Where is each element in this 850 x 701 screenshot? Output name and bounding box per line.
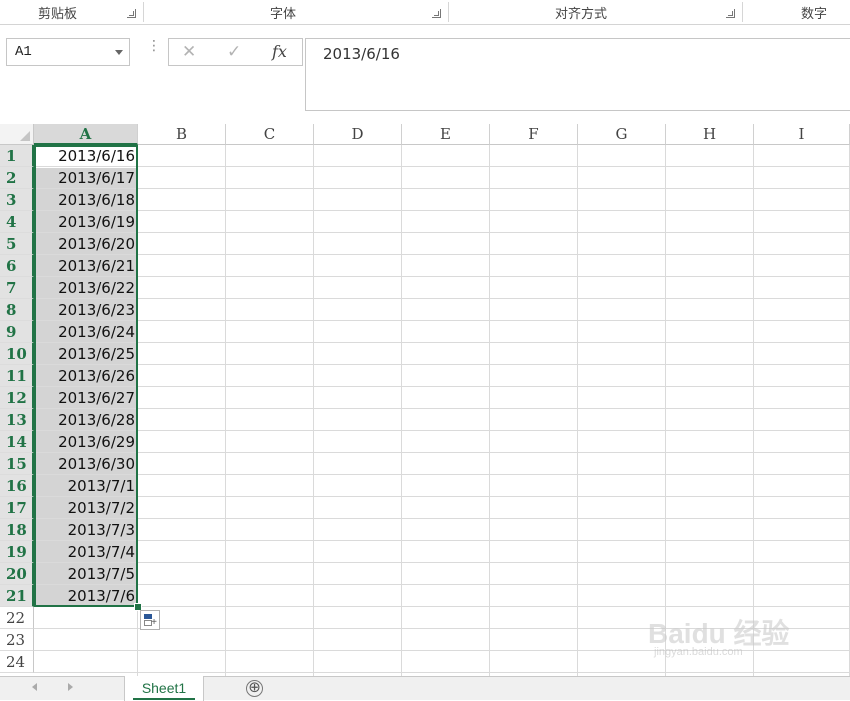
- watermark-line2: jingyan.baidu.com: [654, 646, 743, 658]
- row-header-20[interactable]: 20: [0, 563, 34, 585]
- add-sheet-icon[interactable]: ⊕: [246, 680, 263, 697]
- group-label-font: 字体: [270, 6, 297, 21]
- gridline-horizontal: [34, 386, 850, 387]
- scroll-left-icon[interactable]: [32, 683, 37, 691]
- row-header-11[interactable]: 11: [0, 365, 34, 387]
- formula-value: 2013/6/16: [323, 45, 400, 63]
- gridline-horizontal: [34, 166, 850, 167]
- row-header-8[interactable]: 8: [0, 299, 34, 321]
- group-label-number: 数字: [801, 6, 828, 21]
- gridline-horizontal: [34, 496, 850, 497]
- gridline-horizontal: [34, 584, 850, 585]
- gridline-vertical: [753, 145, 754, 676]
- sheet-tab-bar: Sheet1 ⊕: [0, 676, 850, 701]
- formula-bar: A1 ⋮ ✕ ✓ fx 2013/6/16: [0, 25, 850, 123]
- gridline-vertical: [489, 145, 490, 676]
- column-header-e[interactable]: E: [402, 124, 490, 145]
- row-header-12[interactable]: 12: [0, 387, 34, 409]
- name-box[interactable]: A1: [6, 38, 130, 66]
- dialog-launcher-icon[interactable]: [127, 9, 136, 18]
- gridline-vertical: [225, 145, 226, 676]
- row-header-4[interactable]: 4: [0, 211, 34, 233]
- chevron-down-icon[interactable]: [115, 50, 123, 55]
- row-header-1[interactable]: 1: [0, 145, 34, 167]
- gridline-horizontal: [34, 276, 850, 277]
- ribbon-group-alignment: 对齐方式: [449, 0, 741, 24]
- row-header-3[interactable]: 3: [0, 189, 34, 211]
- column-header-h[interactable]: H: [666, 124, 754, 145]
- row-header-14[interactable]: 14: [0, 431, 34, 453]
- row-header-2[interactable]: 2: [0, 167, 34, 189]
- dialog-launcher-icon[interactable]: [726, 9, 735, 18]
- row-header-5[interactable]: 5: [0, 233, 34, 255]
- formula-buttons: ✕ ✓ fx: [168, 38, 303, 66]
- gridline-horizontal: [34, 562, 850, 563]
- gridline-vertical: [401, 145, 402, 676]
- gridline-horizontal: [34, 606, 850, 607]
- row-header-9[interactable]: 9: [0, 321, 34, 343]
- gridline-horizontal: [34, 364, 850, 365]
- column-header-b[interactable]: B: [138, 124, 226, 145]
- watermark-logo: Baidu 经验 jingyan.baidu.com: [648, 612, 808, 662]
- group-label-alignment: 对齐方式: [555, 6, 608, 21]
- dialog-launcher-icon[interactable]: [432, 9, 441, 18]
- row-header-22[interactable]: 22: [0, 607, 34, 629]
- ribbon-group-number: 数字: [743, 0, 850, 24]
- ribbon-group-font: 字体: [144, 0, 448, 24]
- select-all-button[interactable]: [0, 124, 34, 145]
- row-header-23[interactable]: 23: [0, 629, 34, 651]
- ribbon-group-labels: 剪贴板 字体 对齐方式 数字: [0, 0, 850, 25]
- column-header-a[interactable]: A: [34, 124, 138, 145]
- row-header-17[interactable]: 17: [0, 497, 34, 519]
- group-label-clipboard: 剪贴板: [38, 6, 78, 21]
- gridline-horizontal: [34, 408, 850, 409]
- gridline-horizontal: [34, 320, 850, 321]
- name-box-value: A1: [15, 44, 32, 60]
- gridline-horizontal: [34, 540, 850, 541]
- gridline-horizontal: [34, 188, 850, 189]
- column-header-g[interactable]: G: [578, 124, 666, 145]
- enter-icon[interactable]: ✓: [227, 42, 241, 62]
- gridline-horizontal: [34, 672, 850, 673]
- gridline-horizontal: [34, 298, 850, 299]
- selection-border: [34, 145, 138, 607]
- column-header-c[interactable]: C: [226, 124, 314, 145]
- cell-area[interactable]: 2013/6/16 2013/6/17 2013/6/18 2013/6/19 2013…: [34, 145, 850, 676]
- column-header-i[interactable]: I: [754, 124, 850, 145]
- gridline-horizontal: [34, 452, 850, 453]
- gridline-horizontal: [34, 430, 850, 431]
- gridline-horizontal: [34, 518, 850, 519]
- row-header-6[interactable]: 6: [0, 255, 34, 277]
- row-header-13[interactable]: 13: [0, 409, 34, 431]
- scroll-right-icon[interactable]: [68, 683, 73, 691]
- autofill-options-button[interactable]: +: [140, 610, 160, 630]
- row-header-24[interactable]: 24: [0, 651, 34, 673]
- plus-icon: +: [151, 617, 157, 628]
- gridline-vertical: [577, 145, 578, 676]
- gridline-horizontal: [34, 232, 850, 233]
- row-header-18[interactable]: 18: [0, 519, 34, 541]
- row-header-21[interactable]: 21: [0, 585, 34, 607]
- cancel-icon[interactable]: ✕: [182, 42, 196, 62]
- gridline-horizontal: [34, 474, 850, 475]
- gridline-vertical: [313, 145, 314, 676]
- gridline-horizontal: [34, 342, 850, 343]
- row-header-15[interactable]: 15: [0, 453, 34, 475]
- worksheet-grid: ABCDEFGHI 1 2 3 4 5 6 7 8 9 10 11 12 13 14 15 16 17 18 19 2…: [0, 124, 850, 676]
- insert-function-icon[interactable]: fx: [272, 42, 287, 61]
- row-header-16[interactable]: 16: [0, 475, 34, 497]
- gridline-horizontal: [34, 210, 850, 211]
- gridline-vertical: [665, 145, 666, 676]
- formula-input[interactable]: 2013/6/16: [305, 38, 850, 111]
- more-icon[interactable]: ⋮: [147, 38, 161, 52]
- gridline-horizontal: [34, 254, 850, 255]
- ribbon-group-clipboard: 剪贴板: [0, 0, 142, 24]
- column-header-d[interactable]: D: [314, 124, 402, 145]
- row-header-7[interactable]: 7: [0, 277, 34, 299]
- row-header-10[interactable]: 10: [0, 343, 34, 365]
- column-header-f[interactable]: F: [490, 124, 578, 145]
- sheet-tab-sheet1[interactable]: Sheet1: [124, 676, 204, 701]
- row-header-19[interactable]: 19: [0, 541, 34, 563]
